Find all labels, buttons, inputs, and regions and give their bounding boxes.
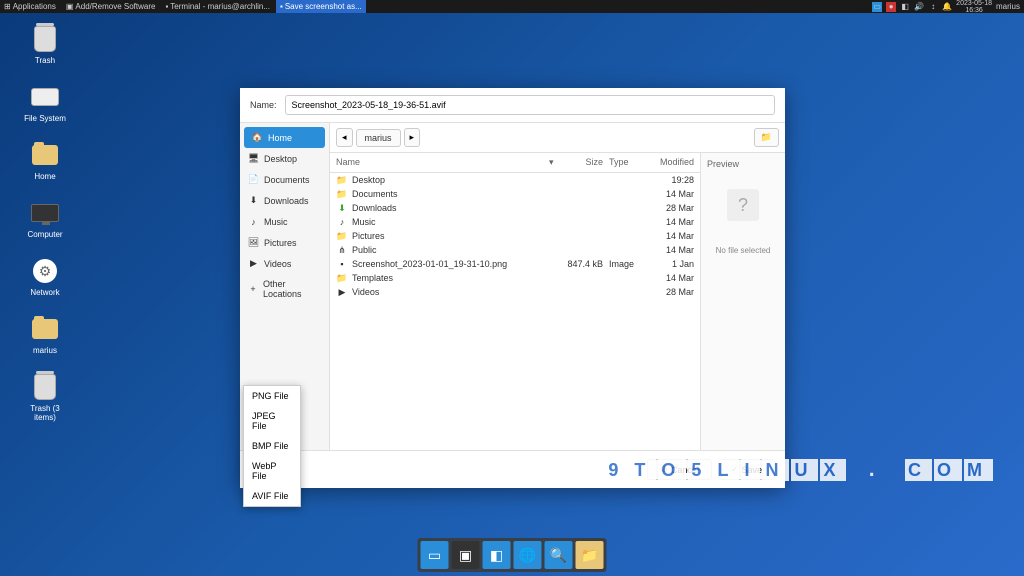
trash-icon bbox=[34, 374, 56, 400]
desktop-filesystem[interactable]: File System bbox=[20, 83, 70, 123]
preview-placeholder: ? bbox=[727, 189, 759, 221]
filename-input[interactable] bbox=[285, 95, 775, 115]
desktop-icon: 🖥 bbox=[248, 153, 259, 164]
sort-indicator: ▾ bbox=[549, 157, 561, 168]
grid-icon: ⊞ bbox=[4, 2, 11, 11]
folder-icon: 📁 bbox=[336, 230, 348, 242]
file-row[interactable]: 📁Templates14 Mar bbox=[330, 271, 700, 285]
sidebar-item-videos[interactable]: ▶Videos bbox=[240, 253, 329, 274]
image-icon: ▪ bbox=[336, 258, 348, 270]
watermark: 9TO5LINUX . COM bbox=[604, 460, 994, 481]
file-row[interactable]: ♪Music14 Mar bbox=[330, 215, 700, 229]
drive-icon bbox=[31, 88, 59, 106]
bottom-dock: ▭ ▣ ◧ 🌐 🔍 📁 bbox=[418, 538, 607, 572]
file-row[interactable]: 📁Desktop19:28 bbox=[330, 173, 700, 187]
sidebar-item-music[interactable]: ♪Music bbox=[240, 211, 329, 232]
column-size[interactable]: Size bbox=[561, 157, 609, 168]
task-software[interactable]: ▣ Add/Remove Software bbox=[62, 0, 160, 13]
format-bmp[interactable]: BMP File bbox=[244, 436, 300, 456]
task-save-screenshot[interactable]: ▪ Save screenshot as... bbox=[276, 0, 366, 13]
format-png[interactable]: PNG File bbox=[244, 386, 300, 406]
workspace-icon[interactable]: ▭ bbox=[872, 2, 882, 12]
file-row[interactable]: 📁Pictures14 Mar bbox=[330, 229, 700, 243]
folder-icon bbox=[32, 319, 58, 339]
file-row[interactable]: ⬇Downloads28 Mar bbox=[330, 201, 700, 215]
name-label: Name: bbox=[250, 100, 277, 110]
folder-icon bbox=[32, 145, 58, 165]
format-jpeg[interactable]: JPEG File bbox=[244, 406, 300, 436]
dock-terminal[interactable]: ▣ bbox=[452, 541, 480, 569]
notification-icon[interactable]: 🔔 bbox=[942, 2, 952, 12]
plus-icon: + bbox=[248, 284, 258, 295]
sidebar-item-pictures[interactable]: 🖼Pictures bbox=[240, 232, 329, 253]
downloads-icon: ⬇ bbox=[248, 195, 259, 206]
clock[interactable]: 2023-05-18 16:36 bbox=[956, 0, 992, 14]
folder-icon: 📁 bbox=[336, 272, 348, 284]
breadcrumb-marius[interactable]: marius bbox=[356, 129, 401, 147]
desktop-network[interactable]: ⚙ Network bbox=[20, 257, 70, 297]
save-dialog: Name: 🏠Home 🖥Desktop 📄Documents ⬇Downloa… bbox=[240, 88, 785, 488]
desktop-computer[interactable]: Computer bbox=[20, 199, 70, 239]
file-row[interactable]: ▶Videos28 Mar bbox=[330, 285, 700, 299]
trash-icon bbox=[34, 26, 56, 52]
folder-icon: 📁 bbox=[336, 174, 348, 186]
desktop-marius[interactable]: marius bbox=[20, 315, 70, 355]
preview-panel: Preview ? No file selected bbox=[700, 153, 785, 450]
file-row[interactable]: ▪Screenshot_2023-01-01_19-31-10.png847.4… bbox=[330, 257, 700, 271]
column-modified[interactable]: Modified bbox=[649, 157, 694, 168]
desktop-trash[interactable]: Trash bbox=[20, 25, 70, 65]
sidebar-item-other[interactable]: +Other Locations bbox=[240, 274, 329, 304]
sidebar-item-documents[interactable]: 📄Documents bbox=[240, 169, 329, 190]
dock-files[interactable]: 📁 bbox=[576, 541, 604, 569]
sidebar-item-desktop[interactable]: 🖥Desktop bbox=[240, 148, 329, 169]
dock-show-desktop[interactable]: ▭ bbox=[421, 541, 449, 569]
desktop-home[interactable]: Home bbox=[20, 141, 70, 181]
folder-icon: 📁 bbox=[336, 188, 348, 200]
desktop-icons: Trash File System Home Computer ⚙ Networ… bbox=[20, 25, 70, 440]
pictures-icon: 🖼 bbox=[248, 237, 259, 248]
file-row[interactable]: ⋔Public14 Mar bbox=[330, 243, 700, 257]
window-icon: ▪ bbox=[280, 2, 283, 11]
disk-icon[interactable]: ◧ bbox=[900, 2, 910, 12]
format-webp[interactable]: WebP File bbox=[244, 456, 300, 486]
update-icon[interactable]: ● bbox=[886, 2, 896, 12]
sidebar-item-home[interactable]: 🏠Home bbox=[244, 127, 325, 148]
format-avif[interactable]: AVIF File bbox=[244, 486, 300, 506]
column-name[interactable]: Name bbox=[336, 157, 549, 168]
path-forward-button[interactable]: ▸ bbox=[404, 128, 421, 147]
file-list: Name ▾ Size Type Modified 📁Desktop19:28 … bbox=[330, 153, 700, 450]
user-label[interactable]: marius bbox=[996, 2, 1020, 11]
desktop-trash-items[interactable]: Trash (3 items) bbox=[20, 373, 70, 422]
network-tray-icon[interactable]: ↕ bbox=[928, 2, 938, 12]
format-popup: PNG File JPEG File BMP File WebP File AV… bbox=[243, 385, 301, 507]
column-type[interactable]: Type bbox=[609, 157, 649, 168]
gear-icon: ⚙ bbox=[33, 259, 57, 283]
create-folder-button[interactable]: 📁 bbox=[754, 128, 779, 147]
download-icon: ⬇ bbox=[336, 202, 348, 214]
applications-menu[interactable]: ⊞ Applications bbox=[0, 0, 60, 13]
task-terminal[interactable]: ▪ Terminal - marius@archlin... bbox=[161, 0, 274, 13]
dock-search[interactable]: 🔍 bbox=[545, 541, 573, 569]
music-icon: ♪ bbox=[336, 216, 348, 228]
video-icon: ▶ bbox=[336, 286, 348, 298]
music-icon: ♪ bbox=[248, 216, 259, 227]
path-back-button[interactable]: ◂ bbox=[336, 128, 353, 147]
videos-icon: ▶ bbox=[248, 258, 259, 269]
share-icon: ⋔ bbox=[336, 244, 348, 256]
dock-settings[interactable]: ◧ bbox=[483, 541, 511, 569]
top-panel: ⊞ Applications ▣ Add/Remove Software ▪ T… bbox=[0, 0, 1024, 13]
sidebar-item-downloads[interactable]: ⬇Downloads bbox=[240, 190, 329, 211]
volume-icon[interactable]: 🔊 bbox=[914, 2, 924, 12]
file-row[interactable]: 📁Documents14 Mar bbox=[330, 187, 700, 201]
dock-browser[interactable]: 🌐 bbox=[514, 541, 542, 569]
terminal-icon: ▪ bbox=[165, 2, 168, 11]
documents-icon: 📄 bbox=[248, 174, 259, 185]
home-icon: 🏠 bbox=[252, 132, 263, 143]
monitor-icon bbox=[31, 204, 59, 222]
package-icon: ▣ bbox=[66, 2, 74, 11]
